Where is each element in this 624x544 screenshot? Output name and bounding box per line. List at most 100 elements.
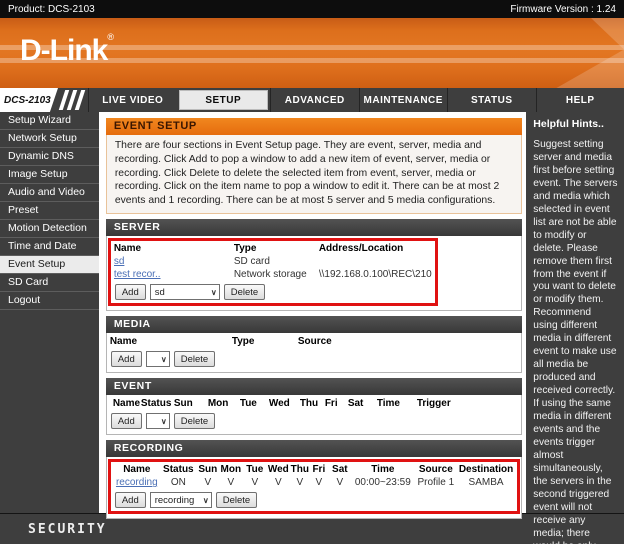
tab-maintenance[interactable]: MAINTENANCE — [359, 88, 448, 112]
server-name-link[interactable]: test recor.. — [114, 269, 161, 280]
recording-select[interactable]: recording ∨ — [150, 492, 212, 508]
name-cell: sd — [114, 255, 234, 268]
model-cell: DCS-2103 — [0, 88, 88, 112]
sidebar-item-logout[interactable]: Logout — [0, 292, 99, 310]
value-cell: V — [310, 476, 328, 489]
badge-stripe — [75, 90, 85, 110]
value-cell: V — [328, 476, 352, 489]
column-header-source: Source — [298, 335, 518, 348]
name-cell: recording — [114, 476, 160, 489]
chevron-down-icon: ∨ — [161, 417, 167, 426]
recording-select-value: recording — [155, 495, 195, 506]
model-badge: DCS-2103 — [0, 88, 58, 112]
column-header-name: Name — [110, 335, 232, 348]
column-header-name: Name — [114, 242, 234, 255]
page-layout: Setup WizardNetwork SetupDynamic DNSImag… — [0, 112, 624, 513]
value-cell: V — [243, 476, 267, 489]
tab-live-video[interactable]: LIVE VIDEO — [88, 88, 177, 112]
chevron-down-icon: ∨ — [203, 496, 209, 505]
page-title: EVENT SETUP — [106, 118, 522, 135]
column-header-mon: Mon — [219, 463, 243, 476]
value-cell: 00:00~23:59 — [352, 476, 414, 489]
hints-paragraph: Suggest setting server and media first b… — [533, 139, 618, 307]
table-header-row: NameTypeSource — [110, 335, 518, 348]
column-header-destination: Destination — [458, 463, 514, 476]
tab-advanced[interactable]: ADVANCED — [270, 88, 359, 112]
sidebar-item-time-and-date[interactable]: Time and Date — [0, 238, 99, 256]
sidebar-item-sd-card[interactable]: SD Card — [0, 274, 99, 292]
sidebar-item-preset[interactable]: Preset — [0, 202, 99, 220]
column-header-fri: Fri — [325, 397, 348, 410]
registered-mark: ® — [107, 32, 114, 42]
chevron-down-icon: ∨ — [211, 288, 217, 297]
value-cell: SD card — [234, 255, 319, 268]
event-select[interactable]: ∨ — [146, 413, 170, 429]
value-cell: V — [197, 476, 219, 489]
server-table: NameTypeAddress/Locationsd SD card test re… — [114, 242, 432, 281]
tab-status[interactable]: STATUS — [447, 88, 536, 112]
recording-name-link[interactable]: recording — [116, 477, 158, 488]
chevron-down-icon: ∨ — [161, 355, 167, 364]
recording-controls: Add recording ∨ Delete — [115, 492, 514, 508]
main-nav: DCS-2103 LIVE VIDEOSETUPADVANCEDMAINTENA… — [0, 88, 624, 112]
column-header-thu: Thu — [290, 463, 310, 476]
table-header-row: NameStatusSunMonTueWedThuFriSatTimeSourc… — [114, 463, 514, 476]
sidebar: Setup WizardNetwork SetupDynamic DNSImag… — [0, 112, 99, 513]
product-label: Product: DCS-2103 — [8, 4, 95, 15]
media-delete-button[interactable]: Delete — [174, 351, 215, 367]
sidebar-item-event-setup[interactable]: Event Setup — [0, 256, 99, 274]
media-select[interactable]: ∨ — [146, 351, 170, 367]
recording-delete-button[interactable]: Delete — [216, 492, 257, 508]
event-table: NameStatusSunMonTueWedThuFriSatTimeTrigg… — [110, 397, 518, 410]
sidebar-item-setup-wizard[interactable]: Setup Wizard — [0, 112, 99, 130]
value-cell: Profile 1 — [414, 476, 458, 489]
column-header-time: Time — [352, 463, 414, 476]
event-section-header: EVENT — [106, 378, 522, 395]
table-header-row: NameTypeAddress/Location — [114, 242, 432, 255]
content-area: EVENT SETUP There are four sections in E… — [99, 112, 525, 513]
column-header-sun: Sun — [174, 397, 208, 410]
sidebar-item-audio-and-video[interactable]: Audio and Video — [0, 184, 99, 202]
column-header-sun: Sun — [197, 463, 219, 476]
top-info-bar: Product: DCS-2103 Firmware Version : 1.2… — [0, 0, 624, 18]
hints-paragraph: Recommend using different media in diffe… — [533, 307, 618, 544]
sidebar-item-image-setup[interactable]: Image Setup — [0, 166, 99, 184]
model-badge-label: DCS-2103 — [0, 95, 51, 106]
server-select-value: sd — [155, 287, 165, 298]
firmware-label: Firmware Version : 1.24 — [510, 4, 616, 15]
column-header-trigger: Trigger — [417, 397, 518, 410]
page-description: There are four sections in Event Setup p… — [106, 135, 522, 214]
sidebar-item-network-setup[interactable]: Network Setup — [0, 130, 99, 148]
server-row: sd SD card — [114, 255, 432, 268]
event-section-body: NameStatusSunMonTueWedThuFriSatTimeTrigg… — [106, 395, 522, 435]
security-label: SECURITY — [28, 522, 107, 537]
column-header-time: Time — [377, 397, 417, 410]
recording-section-body: NameStatusSunMonTueWedThuFriSatTimeSourc… — [106, 457, 522, 519]
column-header-tue: Tue — [243, 463, 267, 476]
column-header-fri: Fri — [310, 463, 328, 476]
column-header-sat: Sat — [348, 397, 377, 410]
server-delete-button[interactable]: Delete — [224, 284, 265, 300]
tab-help[interactable]: HELP — [536, 88, 624, 112]
column-header-thu: Thu — [300, 397, 325, 410]
media-add-button[interactable]: Add — [111, 351, 142, 367]
tab-setup[interactable]: SETUP — [179, 90, 269, 110]
server-select[interactable]: sd ∨ — [150, 284, 220, 300]
media-table: NameTypeSource — [110, 335, 518, 348]
value-cell: ON — [160, 476, 197, 489]
recording-add-button[interactable]: Add — [115, 492, 146, 508]
sidebar-item-dynamic-dns[interactable]: Dynamic DNS — [0, 148, 99, 166]
name-cell: test recor.. — [114, 268, 234, 281]
recording-row: recordingONVVVVVVV00:00~23:59Profile 1SA… — [114, 476, 514, 489]
hints-title: Helpful Hints.. — [533, 118, 618, 130]
sidebar-item-motion-detection[interactable]: Motion Detection — [0, 220, 99, 238]
server-add-button[interactable]: Add — [115, 284, 146, 300]
server-name-link[interactable]: sd — [114, 256, 125, 267]
event-delete-button[interactable]: Delete — [174, 413, 215, 429]
nav-tabs: LIVE VIDEOSETUPADVANCEDMAINTENANCESTATUS… — [88, 88, 624, 112]
recording-table: NameStatusSunMonTueWedThuFriSatTimeSourc… — [114, 463, 514, 489]
column-header-status: Status — [141, 397, 174, 410]
value-cell: V — [219, 476, 243, 489]
event-add-button[interactable]: Add — [111, 413, 142, 429]
value-cell: Network storage — [234, 268, 319, 281]
